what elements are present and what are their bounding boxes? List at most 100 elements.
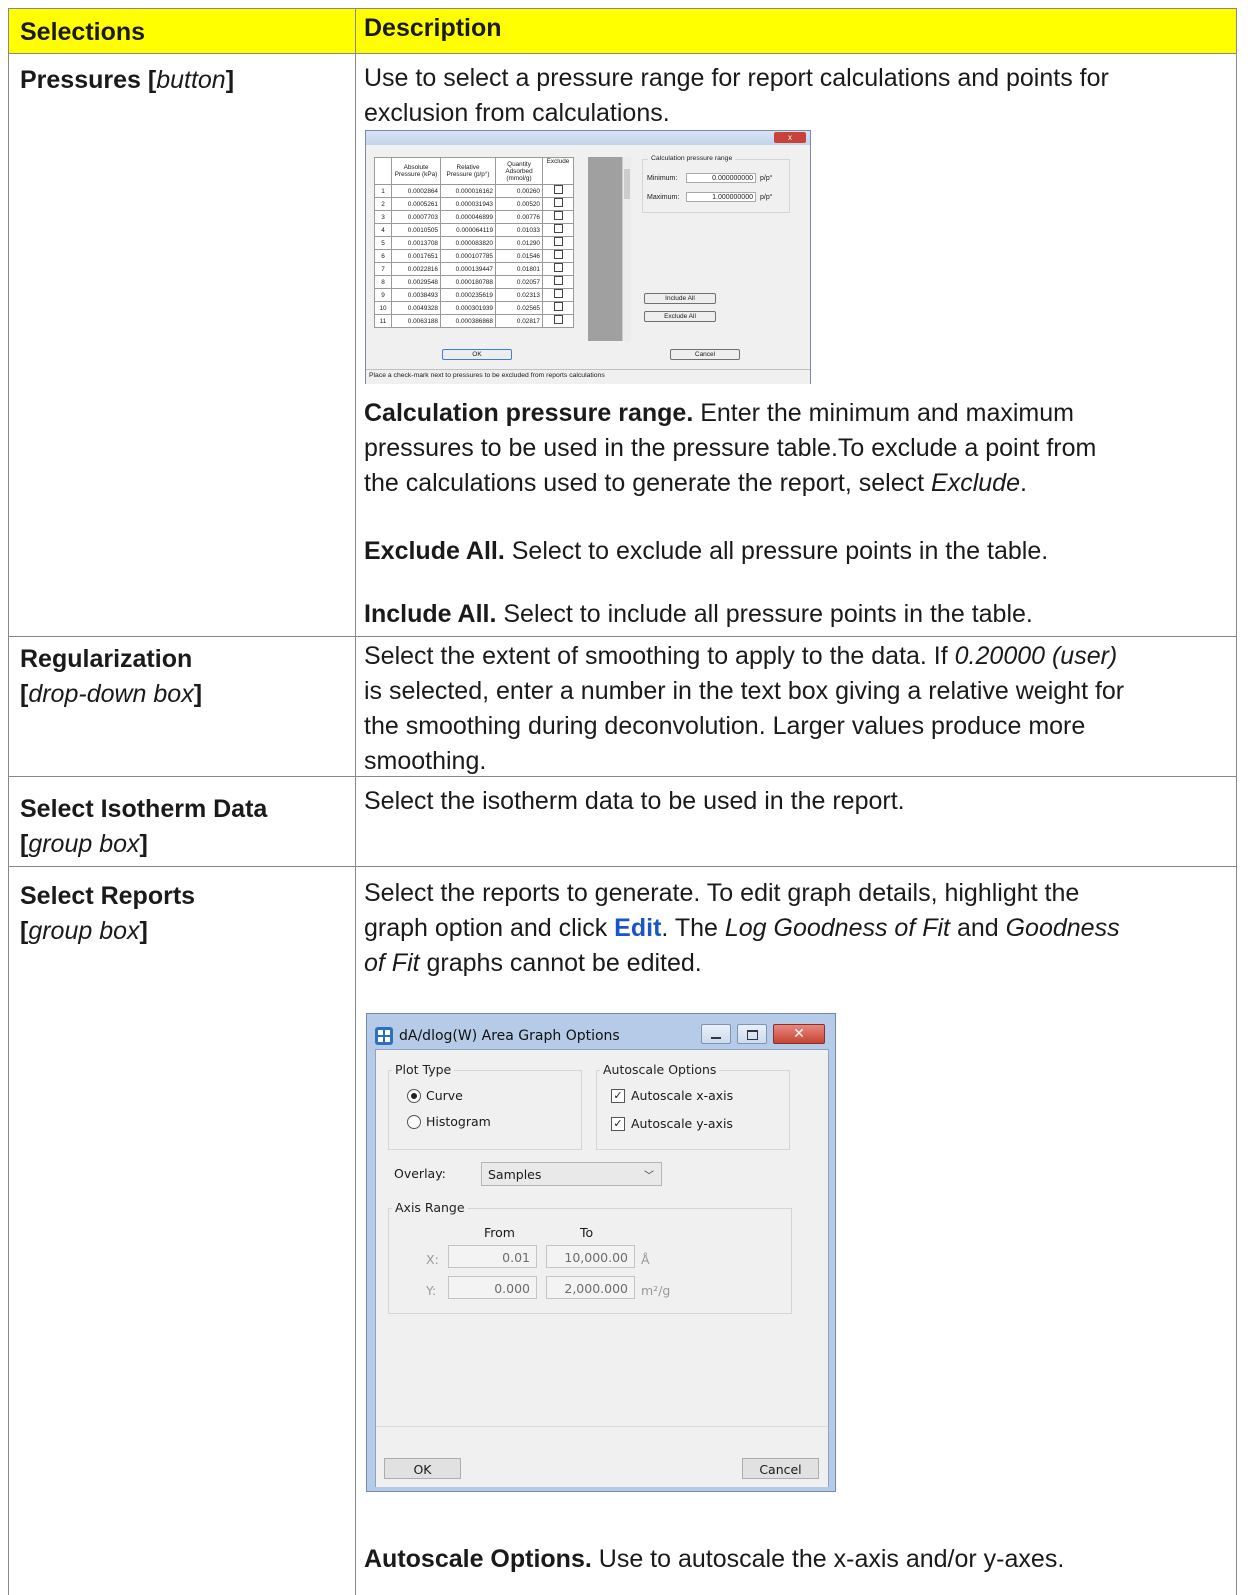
cancel-button[interactable]: Cancel (670, 349, 740, 360)
table-gray-area (588, 157, 622, 341)
autoscale-x-label: Autoscale x-axis (631, 1088, 734, 1103)
min-input[interactable]: 0.000000000 (686, 173, 756, 183)
app-icon (375, 1027, 393, 1045)
pressure-table: Absolute Pressure (kPa) Relative Pressur… (374, 157, 574, 328)
maximize-icon[interactable] (737, 1024, 767, 1044)
histogram-radio[interactable] (407, 1115, 421, 1129)
status-text: Place a check-mark next to pressures to … (369, 372, 605, 379)
table-row: 2 0.0005261 0.000031943 0.00520 (374, 197, 574, 211)
y-unit: m²/g (641, 1283, 671, 1298)
autoscale-y-checkbox[interactable]: ✓ (611, 1117, 625, 1131)
table-row: 7 0.0022816 0.000139447 0.01801 (374, 262, 574, 276)
table-row: 10 0.0049328 0.000301939 0.02565 (374, 301, 574, 315)
pressures-dialog: x Absolute Pressure (kPa) Relative Press… (365, 130, 811, 384)
close-icon[interactable]: ✕ (773, 1024, 825, 1044)
ok-button[interactable]: OK (442, 349, 512, 360)
exclude-checkbox[interactable] (553, 289, 563, 298)
col-header: Absolute Pressure (kPa) (391, 157, 441, 185)
include-all-paragraph: Include All. Select to include all press… (364, 600, 1033, 628)
row-divider (8, 636, 1237, 637)
y-from-input[interactable]: 0.000 (448, 1276, 537, 1299)
minimize-icon[interactable] (701, 1024, 731, 1044)
table-scrollbar[interactable] (622, 157, 631, 341)
exclude-checkbox[interactable] (553, 185, 563, 194)
dialog-titlebar (366, 131, 810, 145)
autoscale-title: Autoscale Options (600, 1062, 720, 1077)
table-row: 1 0.0002864 0.000016162 0.00260 (374, 184, 574, 198)
exclude-checkbox[interactable] (553, 315, 563, 324)
column-divider (355, 8, 356, 1595)
col-header: Relative Pressure (p/p°) (440, 157, 496, 185)
isotherm-desc: Select the isotherm data to be used in t… (364, 787, 905, 815)
include-all-button[interactable]: Include All (644, 293, 716, 304)
graph-options-dialog: dA/dlog(W) Area Graph Options ✕ Plot Typ… (366, 1013, 836, 1492)
table-row: 8 0.0029548 0.000180788 0.02057 (374, 275, 574, 289)
chevron-down-icon: ﹀ (644, 1171, 654, 1182)
x-unit: Å (641, 1252, 650, 1267)
from-label: From (484, 1225, 515, 1240)
exclude-checkbox[interactable] (553, 224, 563, 233)
exclude-checkbox[interactable] (553, 237, 563, 246)
overlay-select[interactable]: Samples ﹀ (481, 1162, 662, 1186)
row-divider (8, 866, 1237, 867)
autoscale-y-label: Autoscale y-axis (631, 1116, 733, 1131)
header-description: Description (364, 14, 502, 42)
to-label: To (580, 1225, 594, 1240)
table-row: 9 0.0038493 0.000235619 0.02313 (374, 288, 574, 302)
autoscale-paragraph: Autoscale Options. Use to autoscale the … (364, 1545, 1065, 1573)
reports-title: Select Reports [group box] (20, 882, 196, 945)
exclude-checkbox[interactable] (553, 263, 563, 272)
dialog-title: dA/dlog(W) Area Graph Options (399, 1028, 620, 1044)
close-icon[interactable]: x (774, 132, 806, 143)
header-selections: Selections (20, 18, 146, 46)
pressures-title: Pressures [button] (20, 66, 235, 94)
axis-range-title: Axis Range (392, 1200, 468, 1215)
table-row: 11 0.0063188 0.000386868 0.02817 (374, 314, 574, 328)
x-to-input[interactable]: 10,000.00 (546, 1245, 635, 1268)
table-row: 5 0.0013708 0.000083820 0.01290 (374, 236, 574, 250)
regularization-title: Regularization [drop-down box] (20, 645, 203, 708)
exclude-checkbox[interactable] (553, 276, 563, 285)
edit-link[interactable]: Edit (614, 914, 661, 942)
col-header (374, 157, 392, 185)
reports-desc: Select the reports to generate. To edit … (364, 879, 1120, 977)
overlay-label: Overlay: (394, 1166, 446, 1181)
exclude-checkbox[interactable] (553, 211, 563, 220)
max-label: Maximum: (647, 194, 680, 201)
histogram-label: Histogram (426, 1114, 491, 1129)
exclude-all-paragraph: Exclude All. Select to exclude all press… (364, 537, 1049, 565)
pressures-desc: Use to select a pressure range for repor… (364, 64, 1109, 127)
col-header: Quantity Adsorbed (mmol/g) (495, 157, 543, 185)
regularization-desc: Select the extent of smoothing to apply … (364, 642, 1125, 775)
header-description-cell: Description (356, 9, 1236, 53)
plot-type-group (388, 1070, 582, 1150)
ok-button[interactable]: OK (384, 1458, 461, 1479)
header-bottom-border (8, 53, 1237, 54)
table-row: 3 0.0007703 0.000046899 0.00776 (374, 210, 574, 224)
col-header: Exclude (542, 157, 574, 185)
exclude-checkbox[interactable] (553, 250, 563, 259)
dialog-body: Plot Type Curve Histogram Autoscale Opti… (375, 1049, 829, 1487)
max-input[interactable]: 1.000000000 (686, 192, 756, 202)
curve-label: Curve (426, 1088, 463, 1103)
table-left-border (8, 8, 9, 1595)
x-from-input[interactable]: 0.01 (448, 1245, 537, 1268)
x-label: X: (426, 1252, 439, 1267)
exclude-all-button[interactable]: Exclude All (644, 311, 716, 322)
autoscale-group (596, 1070, 790, 1150)
y-to-input[interactable]: 2,000.000 (546, 1276, 635, 1299)
min-label: Minimum: (647, 175, 678, 182)
autoscale-x-checkbox[interactable]: ✓ (611, 1089, 625, 1103)
range-title: Calculation pressure range (648, 155, 736, 162)
table-row: 4 0.0010505 0.000064119 0.01033 (374, 223, 574, 237)
curve-radio[interactable] (407, 1089, 421, 1103)
y-label: Y: (426, 1283, 437, 1298)
exclude-checkbox[interactable] (553, 302, 563, 311)
max-unit: p/p° (760, 194, 773, 201)
header-selections-cell: Selections (9, 9, 355, 53)
plot-type-title: Plot Type (392, 1062, 455, 1077)
cancel-button[interactable]: Cancel (742, 1458, 819, 1479)
range-groupbox (642, 159, 790, 213)
exclude-checkbox[interactable] (553, 198, 563, 207)
isotherm-title: Select Isotherm Data [group box] (20, 795, 268, 858)
